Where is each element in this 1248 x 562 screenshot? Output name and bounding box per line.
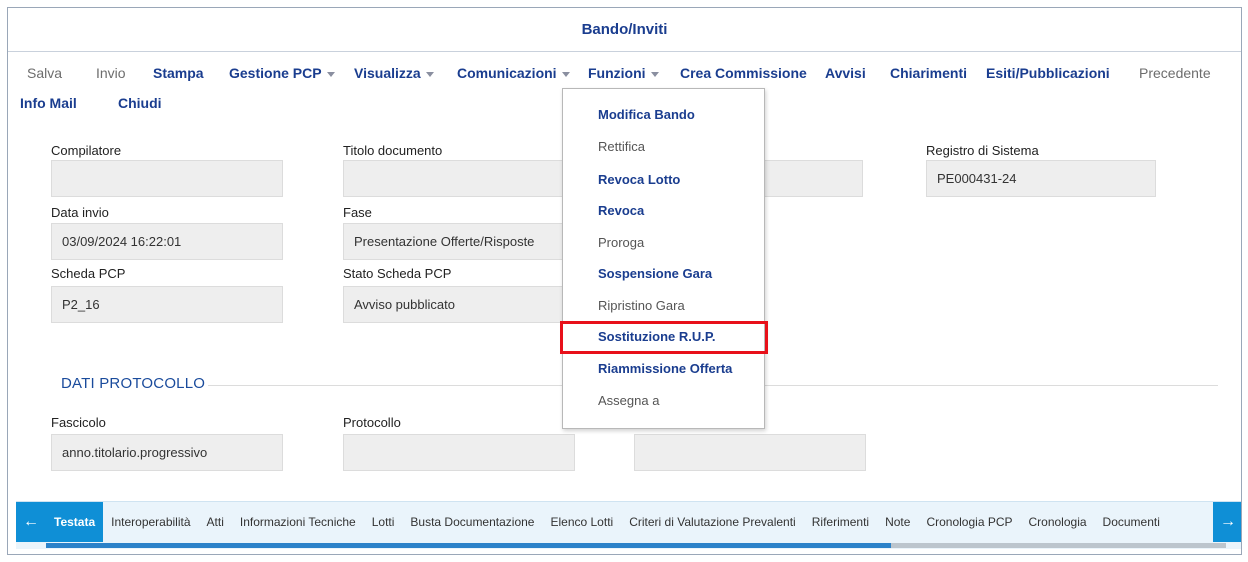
menu-item-rettifica[interactable]: Rettifica — [598, 139, 645, 154]
tab-elenco-lotti[interactable]: Elenco Lotti — [542, 502, 621, 542]
menu-item-modifica-bando[interactable]: Modifica Bando — [598, 107, 695, 122]
send-button[interactable]: Invio — [96, 65, 126, 81]
tab-bar: ← Testata Interoperabilità Atti Informaz… — [16, 501, 1241, 549]
arrow-left-icon[interactable]: ← — [16, 502, 46, 542]
funzioni-dropdown-menu: Modifica Bando Rettifica Revoca Lotto Re… — [562, 88, 765, 429]
tab-list: Testata Interoperabilità Atti Informazio… — [46, 502, 1168, 542]
crea-commissione-button[interactable]: Crea Commissione — [680, 65, 807, 81]
chiarimenti-button[interactable]: Chiarimenti — [890, 65, 967, 81]
chevron-down-icon — [650, 71, 659, 77]
tab-testata[interactable]: Testata — [46, 502, 104, 542]
scheda-pcp-label: Scheda PCP — [51, 266, 126, 281]
tab-busta-documentazione[interactable]: Busta Documentazione — [402, 502, 542, 542]
section-title-dati-protocollo: DATI PROTOCOLLO — [61, 375, 206, 392]
fase-field: Presentazione Offerte/Risposte — [343, 223, 575, 260]
chevron-down-icon — [561, 71, 570, 77]
tab-documenti[interactable]: Documenti — [1095, 502, 1168, 542]
tab-scrollbar-thumb[interactable] — [46, 543, 891, 548]
tab-riferimenti[interactable]: Riferimenti — [804, 502, 877, 542]
tab-criteri-valutazione[interactable]: Criteri di Valutazione Prevalenti — [621, 502, 804, 542]
protocollo-field — [343, 434, 575, 471]
highlight-box — [560, 321, 768, 354]
stato-scheda-pcp-field: Avviso pubblicato — [343, 286, 575, 323]
menu-item-sospensione-gara[interactable]: Sospensione Gara — [598, 266, 712, 281]
tab-note[interactable]: Note — [877, 502, 918, 542]
close-button[interactable]: Chiudi — [118, 95, 162, 111]
info-mail-button[interactable]: Info Mail — [20, 95, 77, 111]
visualizza-menu[interactable]: Visualizza — [354, 65, 434, 81]
tab-scrollbar[interactable] — [46, 543, 1226, 548]
esiti-pubblicazioni-button[interactable]: Esiti/Pubblicazioni — [986, 65, 1110, 81]
stato-scheda-pcp-label: Stato Scheda PCP — [343, 266, 452, 281]
compilatore-label: Compilatore — [51, 143, 122, 158]
arrow-right-icon[interactable]: → — [1213, 502, 1241, 542]
page-title: Bando/Inviti — [581, 21, 668, 38]
window-title-bar: Bando/Inviti — [8, 8, 1241, 52]
visualizza-label: Visualizza — [354, 65, 421, 81]
avvisi-button[interactable]: Avvisi — [825, 65, 866, 81]
menu-item-proroga[interactable]: Proroga — [598, 235, 644, 250]
gestione-pcp-label: Gestione PCP — [229, 65, 322, 81]
save-button[interactable]: Salva — [27, 65, 62, 81]
fascicolo-field: anno.titolario.progressivo — [51, 434, 283, 471]
tab-atti[interactable]: Atti — [199, 502, 232, 542]
titolo-documento-label: Titolo documento — [343, 143, 443, 158]
tab-cronologia-pcp[interactable]: Cronologia PCP — [918, 502, 1020, 542]
comunicazioni-label: Comunicazioni — [457, 65, 557, 81]
precedente-button[interactable]: Precedente — [1139, 65, 1211, 81]
tab-cronologia[interactable]: Cronologia — [1021, 502, 1095, 542]
print-button[interactable]: Stampa — [153, 65, 204, 81]
data-protocollo-field — [634, 434, 866, 471]
data-invio-label: Data invio — [51, 205, 109, 220]
registro-sistema-label: Registro di Sistema — [926, 143, 1039, 158]
registro-sistema-field: PE000431-24 — [926, 160, 1156, 197]
gestione-pcp-menu[interactable]: Gestione PCP — [229, 65, 335, 81]
scheda-pcp-field: P2_16 — [51, 286, 283, 323]
funzioni-label: Funzioni — [588, 65, 646, 81]
compilatore-field — [51, 160, 283, 197]
protocollo-label: Protocollo — [343, 415, 401, 430]
menu-item-riammissione-offerta[interactable]: Riammissione Offerta — [598, 361, 732, 376]
menu-item-ripristino-gara[interactable]: Ripristino Gara — [598, 298, 685, 313]
tab-informazioni-tecniche[interactable]: Informazioni Tecniche — [232, 502, 364, 542]
fascicolo-label: Fascicolo — [51, 415, 106, 430]
menu-item-assegna-a[interactable]: Assegna a — [598, 393, 659, 408]
data-invio-field: 03/09/2024 16:22:01 — [51, 223, 283, 260]
document-window: Bando/Inviti Salva Invio Stampa Gestione… — [7, 7, 1242, 555]
funzioni-menu[interactable]: Funzioni — [588, 65, 659, 81]
fase-label: Fase — [343, 205, 372, 220]
chevron-down-icon — [326, 71, 335, 77]
comunicazioni-menu[interactable]: Comunicazioni — [457, 65, 570, 81]
menu-item-revoca-lotto[interactable]: Revoca Lotto — [598, 172, 680, 187]
tab-lotti[interactable]: Lotti — [364, 502, 403, 542]
chevron-down-icon — [425, 71, 434, 77]
menu-item-revoca[interactable]: Revoca — [598, 203, 644, 218]
tab-interoperabilita[interactable]: Interoperabilità — [103, 502, 198, 542]
